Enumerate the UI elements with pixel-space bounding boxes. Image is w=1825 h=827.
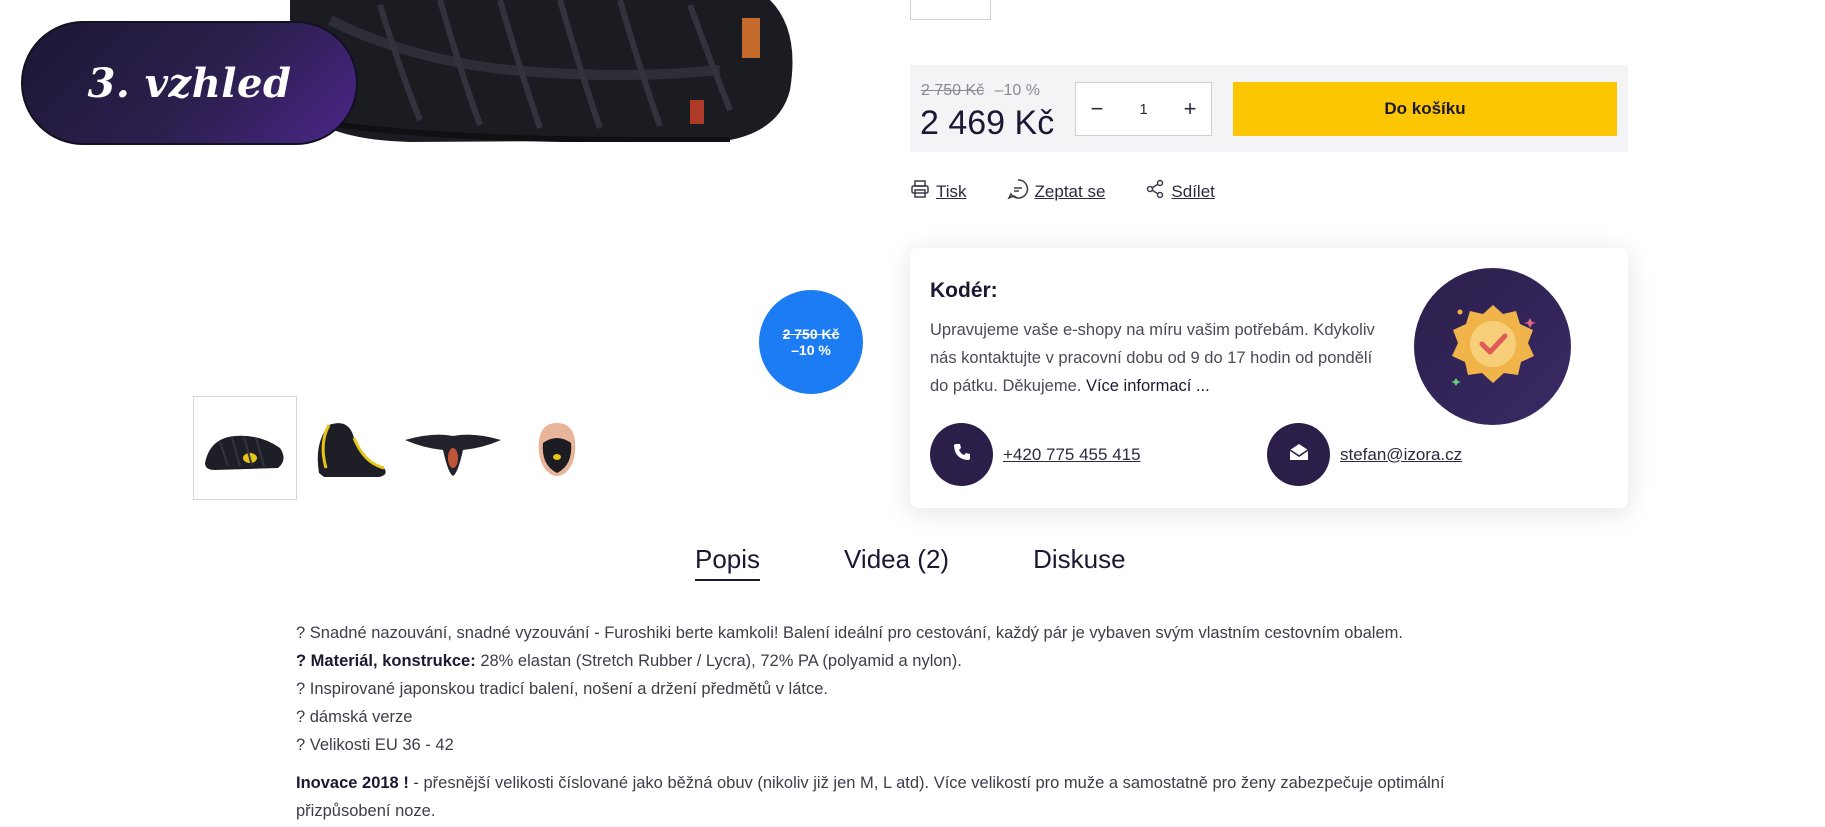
more-info-link[interactable]: Více informací ...	[1086, 377, 1210, 395]
tab-discussion[interactable]: Diskuse	[1033, 544, 1125, 581]
badge-label: 3. vzhled	[87, 59, 292, 107]
coder-avatar	[1414, 268, 1571, 425]
coder-title: Kodér:	[930, 279, 998, 302]
discount-badge-old-price: 2 750 Kč	[782, 326, 840, 342]
print-label: Tisk	[936, 181, 967, 201]
description-line: ? Inspirované japonskou tradicí balení, …	[296, 680, 828, 698]
phone-contact[interactable]: +420 775 455 415	[930, 423, 1141, 486]
description-line: ? Materiál, konstrukce: 28% elastan (Str…	[296, 652, 962, 670]
look-variant-badge: 3. vzhled	[21, 21, 358, 145]
print-link[interactable]: Tisk	[910, 178, 967, 205]
email-contact[interactable]: stefan@izora.cz	[1267, 423, 1462, 486]
description-line: ? Velikosti EU 36 - 42	[296, 736, 454, 754]
thumbnail-gallery	[193, 396, 609, 500]
variant-option-box[interactable]	[910, 0, 991, 20]
discount-badge-percent: –10 %	[791, 342, 831, 358]
ask-question-label: Zeptat se	[1034, 181, 1106, 201]
innovation-title: Inovace 2018 !	[296, 774, 409, 792]
thumbnail-3[interactable]	[401, 396, 505, 500]
chat-icon	[1006, 178, 1029, 205]
printer-icon	[910, 179, 930, 204]
tab-description[interactable]: Popis	[695, 544, 761, 581]
coder-description: Upravujeme vaše e-shopy na míru vašim po…	[930, 316, 1390, 400]
discount-percent: –10 %	[994, 82, 1040, 99]
product-tabs: Popis Videa (2) Diskuse	[695, 544, 1126, 581]
innovation-text: - přesnější velikosti číslované jako běž…	[296, 774, 1445, 820]
phone-icon-circle	[930, 423, 993, 486]
phone-number[interactable]: +420 775 455 415	[1003, 445, 1141, 465]
old-price-row: 2 750 Kč –10 %	[921, 82, 1040, 100]
share-label: Sdílet	[1171, 181, 1215, 201]
old-price: 2 750 Kč	[921, 82, 985, 99]
discount-badge: 2 750 Kč –10 %	[759, 290, 863, 394]
current-price: 2 469 Kč	[920, 104, 1055, 142]
verified-badge-icon	[1448, 300, 1538, 394]
envelope-open-icon	[1288, 441, 1310, 468]
description-line: ? dámská verze	[296, 708, 413, 726]
thumbnail-4[interactable]	[505, 396, 609, 500]
email-address[interactable]: stefan@izora.cz	[1340, 445, 1462, 465]
tab-videos[interactable]: Videa (2)	[844, 544, 949, 581]
product-description: ? Snadné nazouvání, snadné vyzouvání - F…	[296, 619, 1496, 825]
ask-question-link[interactable]: Zeptat se	[1006, 178, 1106, 205]
innovation-paragraph: Inovace 2018 ! - přesnější velikosti čís…	[296, 769, 1496, 825]
thumbnail-1[interactable]	[193, 396, 297, 500]
email-icon-circle	[1267, 423, 1330, 486]
add-to-cart-button[interactable]: Do košíku	[1233, 82, 1617, 136]
quantity-stepper: − 1 +	[1075, 82, 1212, 136]
thumbnail-2[interactable]	[297, 396, 401, 500]
quantity-input[interactable]: 1	[1139, 101, 1147, 118]
phone-icon	[952, 442, 972, 467]
share-link[interactable]: Sdílet	[1145, 178, 1215, 205]
description-line: ? Snadné nazouvání, snadné vyzouvání - F…	[296, 624, 1403, 642]
product-actions: Tisk Zeptat se Sdílet	[910, 178, 1215, 205]
share-icon	[1145, 179, 1165, 204]
quantity-increase-button[interactable]: +	[1179, 96, 1201, 122]
product-main-image[interactable]	[290, 0, 800, 142]
quantity-decrease-button[interactable]: −	[1086, 96, 1108, 122]
